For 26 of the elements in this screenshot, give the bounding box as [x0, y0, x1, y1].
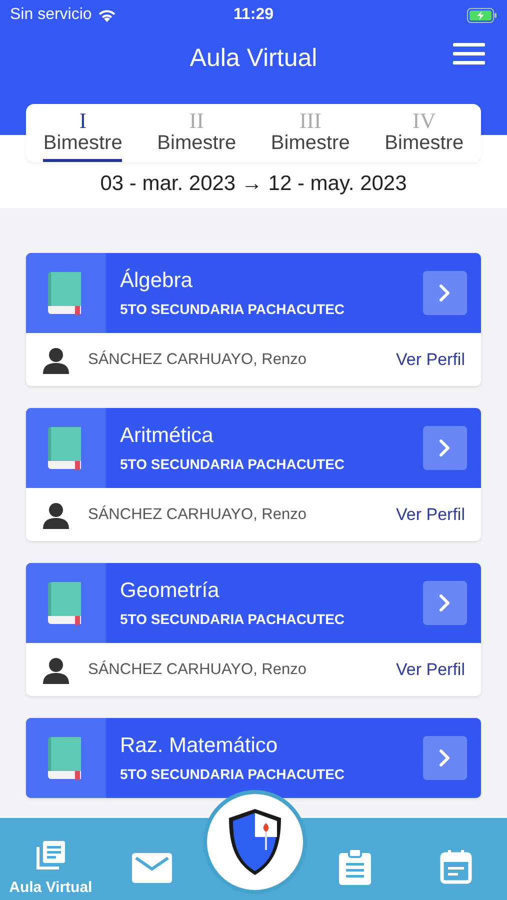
teacher-name: SÁNCHEZ CARHUAYO, Renzo [88, 660, 308, 678]
course-group: 5TO SECUNDARIA PACHACUTEC [120, 456, 423, 472]
profile-link[interactable]: Ver Perfil [396, 660, 465, 680]
bimester-tab[interactable]: IV Bimestre [384, 110, 464, 162]
carrier-text: Sin servicio [10, 6, 92, 24]
bimester-tab[interactable]: III Bimestre [270, 110, 350, 162]
course-group: 5TO SECUNDARIA PACHACUTEC [120, 611, 423, 627]
date-range: 03 - mar. 2023 → 12 - may. 2023 [99, 172, 408, 196]
course-header[interactable]: Álgebra 5TO SECUNDARIA PACHACUTEC [26, 253, 481, 333]
course-name: Geometría [120, 579, 220, 603]
course-header[interactable]: Geometría 5TO SECUNDARIA PACHACUTEC [26, 563, 481, 643]
bimester-tab[interactable]: II Bimestre [157, 110, 236, 162]
clock-text: 11:29 [233, 6, 274, 24]
course-name: Álgebra [120, 269, 194, 293]
course-group: 5TO SECUNDARIA PACHACUTEC [120, 766, 423, 782]
course-name: Aritmética [120, 424, 214, 448]
course-header[interactable]: Raz. Matemático 5TO SECUNDARIA PACHACUTEC [26, 718, 481, 798]
course-group: 5TO SECUNDARIA PACHACUTEC [120, 301, 423, 317]
profile-link[interactable]: Ver Perfil [396, 504, 465, 524]
course-header[interactable]: Aritmética 5TO SECUNDARIA PACHACUTEC [26, 408, 481, 488]
bimester-tab[interactable]: I Bimestre [43, 110, 122, 162]
teacher-name: SÁNCHEZ CARHUAYO, Renzo [88, 350, 308, 368]
app-title: Aula Virtual [190, 44, 318, 72]
teacher-name: SÁNCHEZ CARHUAYO, Renzo [88, 506, 308, 524]
course-name: Raz. Matemático [120, 734, 279, 758]
profile-link[interactable]: Ver Perfil [396, 350, 465, 370]
